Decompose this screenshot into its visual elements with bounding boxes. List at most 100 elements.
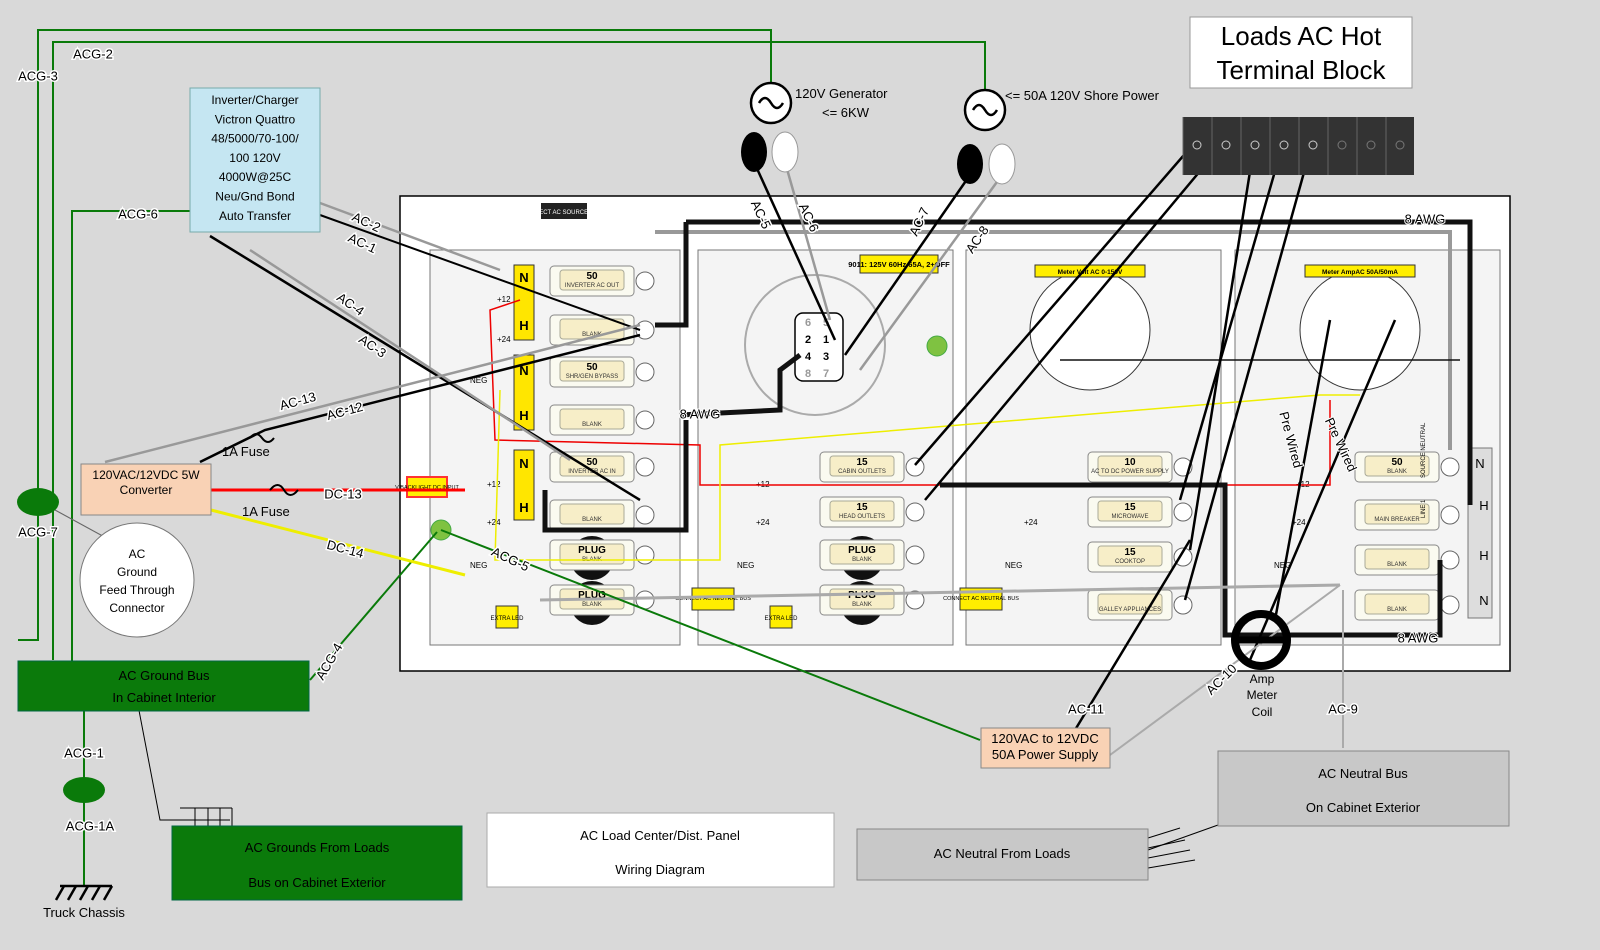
bus-h-label: H [519,408,528,423]
breaker-rating: 15 [1124,547,1136,558]
inverter-label: 100 120V [229,151,280,165]
feed-through-label: Connector [109,601,164,615]
fuse-label: 1A Fuse [222,444,270,459]
bus-h-label: H [1479,498,1488,513]
extra-led-label: EXTRA LED [764,616,798,622]
amp-coil-label: Meter [1247,688,1278,702]
power-supply-label: 120VAC to 12VDC [991,731,1098,746]
plus24-label: +24 [497,335,511,344]
hot-block-title: Loads AC Hot [1221,21,1382,51]
breaker-name: BLANK [582,602,602,608]
wire-label-acg6: ACG-6 [118,206,158,221]
neg-label: NEG [737,561,754,570]
bus-h-label: H [1479,548,1488,563]
breaker-name: BLANK [1387,607,1407,613]
inverter-label: 48/5000/70-100/ [211,132,299,146]
converter-label: Converter [120,483,173,497]
breaker-name: BLANK [582,517,602,523]
wiring-diagram: 50INVERTER AC OUTBLANK50SHR/GEN BYPASSBL… [0,0,1600,950]
neutral-bus-label: On Cabinet Exterior [1306,800,1421,815]
selector-position: 1 [823,334,829,346]
extra-led-label: EXTRA LED [490,616,524,622]
power-supply-label: 50A Power Supply [992,747,1099,762]
inverter-label: 4000W@25C [219,170,292,184]
amp-coil-label: Amp [1250,672,1275,686]
plug-neutral-icon [771,131,799,173]
neutral-from-loads-label: AC Neutral From Loads [934,846,1071,861]
inverter-label: Auto Transfer [219,209,291,223]
amp-coil-label: Coil [1252,705,1273,719]
grounds-from-loads-label: AC Grounds From Loads [245,840,390,855]
breaker-rating: PLUG [578,545,606,556]
wire-label-acg1a: ACG-1A [66,818,115,833]
selector-position: 6 [805,317,811,329]
plus12-label: +12 [487,480,501,489]
bus-n-label: N [1479,593,1488,608]
feed-through-label: Feed Through [99,583,174,597]
neutral-bus-label: AC Neutral Bus [1318,766,1408,781]
generator-rating: <= 6KW [822,105,870,120]
source-neutral-label: SOURCE NEUTRAL [1421,422,1427,478]
wire-label-acg3: ACG-3 [18,68,58,83]
feed-through-connector [79,522,195,638]
breaker-name: GALLEY APPLIANCES [1099,607,1161,613]
wire-label-awg_bot: 8 AWG [1398,630,1439,645]
inverter-label: Victron Quattro [215,112,296,126]
page-subtitle: Wiring Diagram [615,862,705,877]
page-title: AC Load Center/Dist. Panel [580,828,740,843]
plus24-label: +24 [487,518,501,527]
feed-through-label: AC [129,547,146,561]
selector-position: 7 [823,368,829,380]
wire-label-dc13: DC-13 [324,486,362,501]
hot-block-subtitle: Terminal Block [1216,55,1386,85]
bus-n-label: N [1475,456,1484,471]
ground-bus-label: In Cabinet Interior [112,690,216,705]
neg-label: NEG [470,561,487,570]
selector-switch[interactable]: 6 52 14 38 7 [794,312,844,382]
breaker-rating: 50 [586,271,598,282]
selector-position: 4 [805,351,812,363]
breaker-name: HEAD OUTLETS [839,514,885,520]
breaker-name: BLANK [1387,469,1407,475]
breaker-name: BLANK [852,557,872,563]
ground-screw-icon [926,335,948,357]
breaker-name: BLANK [1387,562,1407,568]
neg-label: NEG [1005,561,1022,570]
truck-chassis-label: Truck Chassis [43,905,125,920]
generator-label: 120V Generator [795,86,888,101]
bus-h-label: H [519,318,528,333]
wire-label-acg7: ACG-7 [18,524,58,539]
breaker-name: BLANK [582,422,602,428]
breaker-name: MICROWAVE [1112,514,1149,520]
wire-label-ac11: AC-11 [1068,701,1104,716]
feed-through-label: Ground [117,565,157,579]
plus12-label: +12 [497,295,511,304]
breaker-rating: 15 [856,457,868,468]
wire-label-ac9: AC-9 [1328,701,1358,716]
inverter-label: Inverter/Charger [211,93,298,107]
breaker-name: MAIN BREAKER [1374,517,1420,523]
selector-position: 3 [823,351,829,363]
breaker-name: CABIN OUTLETS [838,469,886,475]
converter-label: 120VAC/12VDC 5W [92,468,200,482]
plus24-label: +24 [1024,518,1038,527]
line1-label: LINE 1 [1421,499,1427,518]
breaker-rating: 10 [1124,457,1136,468]
breaker-rating: PLUG [848,545,876,556]
selector-position: 2 [805,334,811,346]
connect-neutral-label: CONNECT AC NEUTRAL BUS [943,596,1019,602]
breaker-name: SHR/GEN BYPASS [566,374,619,380]
fuse-label: 1A Fuse [242,504,290,519]
breaker-rating: 15 [856,502,868,513]
plug-neutral-icon [988,143,1016,185]
wire-label-acg1: ACG-1 [64,745,104,760]
breaker-rating: 50 [586,457,598,468]
breaker-rating: 15 [1124,502,1136,513]
amp-meter-label: Meter AmpAC 50A/50mA [1322,269,1398,276]
bus-n-label: N [519,270,528,285]
wire-label-awg_mid: 8 AWG [680,406,721,421]
plug-hot-icon [741,132,767,172]
wire-label-acg2: ACG-2 [73,46,113,61]
breaker-name: INVERTER AC OUT [565,283,620,289]
acg1-connector-icon [63,777,105,803]
